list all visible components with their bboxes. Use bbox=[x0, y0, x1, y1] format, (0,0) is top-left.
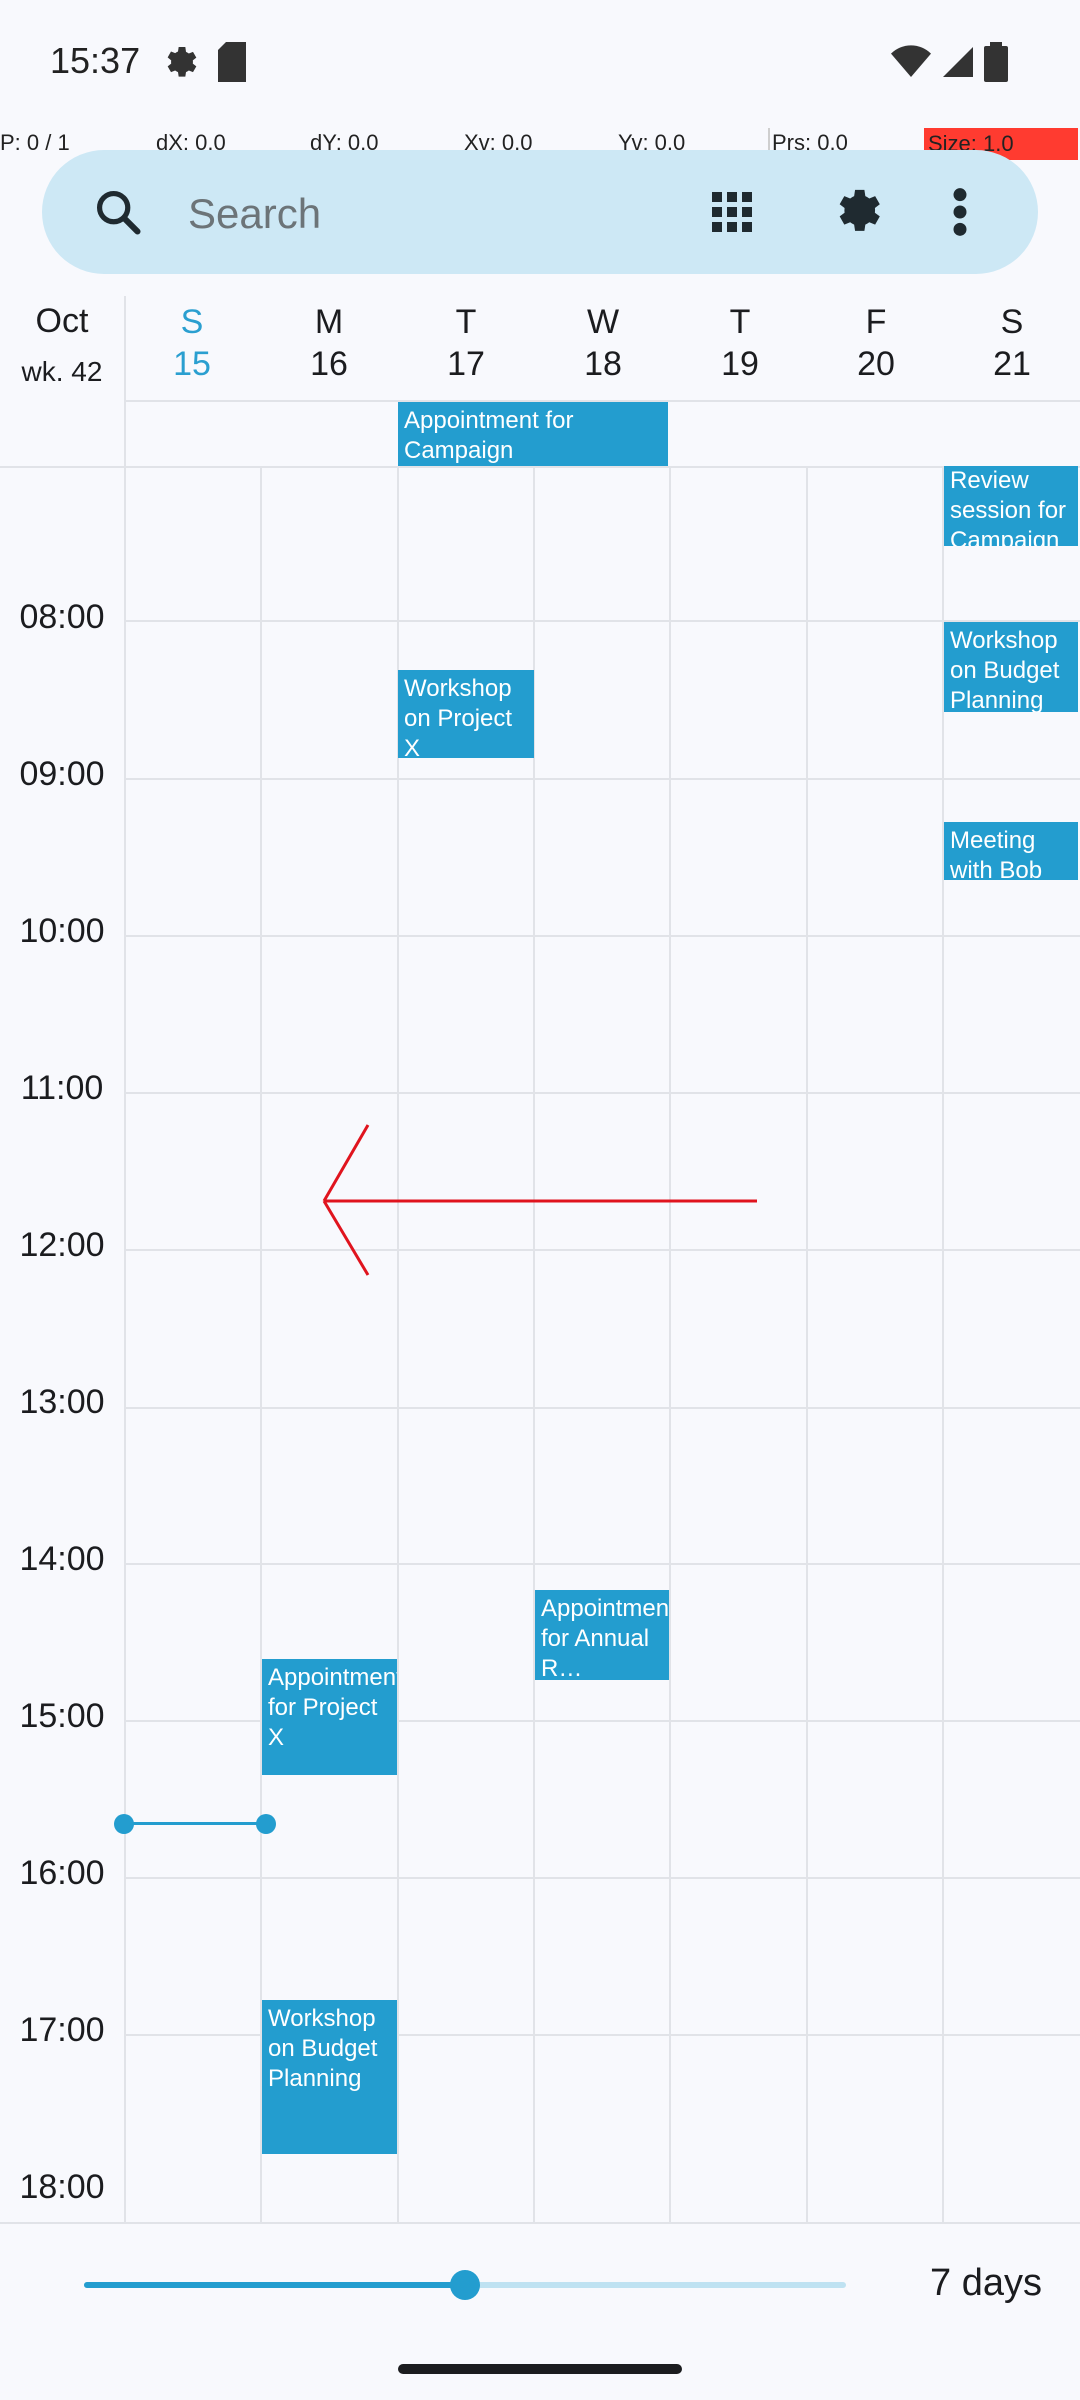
bottom-panel: 7 days bbox=[0, 2226, 1080, 2400]
days-slider-thumb[interactable] bbox=[450, 2270, 480, 2300]
swipe-left-arrow-icon bbox=[322, 1124, 757, 1276]
days-slider-fill bbox=[84, 2282, 465, 2288]
days-count-label: 7 days bbox=[930, 2262, 1042, 2304]
gesture-nav-bar[interactable] bbox=[398, 2364, 682, 2374]
